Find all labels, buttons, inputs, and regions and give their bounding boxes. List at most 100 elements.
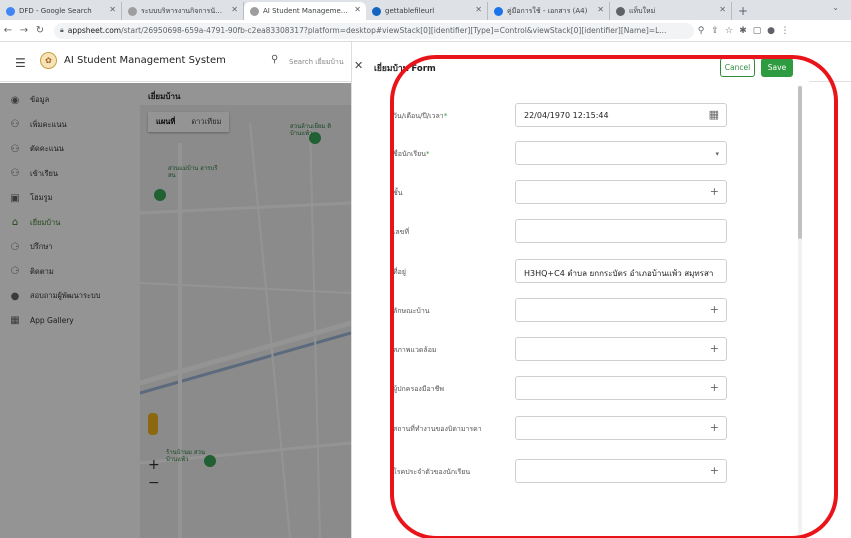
field-label-text: สถานที่ทำงานของบิดามารดา xyxy=(393,425,482,433)
menu-icon[interactable]: ☰ xyxy=(15,56,26,70)
field-label: สถานที่ทำงานของบิดามารดา xyxy=(393,424,503,434)
app-logo: ✿ xyxy=(40,52,57,69)
save-button[interactable]: Save xyxy=(761,58,793,77)
tab-close-icon[interactable]: ✕ xyxy=(231,5,238,14)
profile-avatar-icon[interactable]: ● xyxy=(764,26,778,36)
form-field: เลขที่ xyxy=(352,219,792,243)
page-icon xyxy=(128,6,137,16)
forward-icon[interactable]: → xyxy=(16,25,32,36)
browser-tab[interactable]: DFD - Google Search ✕ xyxy=(0,2,122,20)
field-label: ชื่อนักเรียน* xyxy=(393,149,503,159)
field-label: ชั้น xyxy=(393,188,503,198)
field-input[interactable]: 22/04/1970 12:15:44 ▦ xyxy=(515,103,727,127)
search-input[interactable]: Search เยี่ยมบ้าน xyxy=(289,57,345,68)
share-icon[interactable]: ⇪ xyxy=(708,26,722,36)
browser-tab-label: คู่มือการใช้ - เอกสาร (A4) xyxy=(507,6,588,15)
field-label-text: ที่อยู่ xyxy=(393,268,406,276)
field-label: สภาพแวดล้อม xyxy=(393,345,503,355)
field-label: ผู้ปกครองมีอาชีพ xyxy=(393,384,503,394)
field-label-text: ผู้ปกครองมีอาชีพ xyxy=(393,385,444,393)
extensions-icon[interactable]: ✱ xyxy=(736,26,750,36)
field-label-text: ชื่อนักเรียน xyxy=(393,150,427,158)
browser-tab[interactable]: ระบบบริหารงานกิจการนักเรีย ✕ xyxy=(122,2,244,20)
new-tab-icon[interactable]: + xyxy=(738,2,748,20)
url-input[interactable]: 🔒︎ appsheet.com /start/26950698-659a-479… xyxy=(54,22,694,39)
field-input[interactable] xyxy=(515,219,727,243)
bookmark-star-icon[interactable]: ☆ xyxy=(722,26,736,36)
form-field: ผู้ปกครองมีอาชีพ + xyxy=(352,376,792,400)
browser-tab-label: ระบบบริหารงานกิจการนักเรีย xyxy=(141,6,225,15)
modal-backdrop[interactable] xyxy=(0,83,351,538)
browser-tab[interactable]: AI Student Management S ✕ xyxy=(244,2,366,20)
chrome-icon xyxy=(616,6,625,16)
plus-icon[interactable]: + xyxy=(710,421,719,434)
field-value: H3HQ+C4 ตำบล ยกกระบัตร อำเภอบ้านแพ้ว สมุ… xyxy=(524,269,714,278)
tab-close-icon[interactable]: ✕ xyxy=(109,5,116,14)
cancel-button[interactable]: Cancel xyxy=(720,58,755,77)
field-input[interactable]: + xyxy=(515,459,727,483)
field-input[interactable]: + xyxy=(515,416,727,440)
browser-tab[interactable]: แท็บใหม่ ✕ xyxy=(610,2,732,20)
tab-close-icon[interactable]: ✕ xyxy=(719,5,726,14)
menu-dots-icon[interactable]: ⋮ xyxy=(778,26,792,36)
field-label-text: สภาพแวดล้อม xyxy=(393,346,437,354)
field-label-text: ชั้น xyxy=(393,189,403,197)
dropdown-icon[interactable]: ▾ xyxy=(715,150,719,158)
plus-icon[interactable]: + xyxy=(710,464,719,477)
form-field: ที่อยู่ H3HQ+C4 ตำบล ยกกระบัตร อำเภอบ้านแ… xyxy=(352,259,792,283)
browser-tab-label: แท็บใหม่ xyxy=(629,6,656,15)
plus-icon[interactable]: + xyxy=(710,185,719,198)
field-input[interactable]: H3HQ+C4 ตำบล ยกกระบัตร อำเภอบ้านแพ้ว สมุ… xyxy=(515,259,727,283)
browser-address-bar: ← → ↻ 🔒︎ appsheet.com /start/26950698-65… xyxy=(0,20,851,42)
field-input[interactable]: + xyxy=(515,298,727,322)
field-value: 22/04/1970 12:15:44 xyxy=(524,111,609,120)
app-title: AI Student Management System xyxy=(64,55,226,66)
scrollbar-thumb[interactable] xyxy=(798,86,802,239)
tab-close-icon[interactable]: ✕ xyxy=(597,5,604,14)
browser-tab[interactable]: คู่มือการใช้ - เอกสาร (A4) ✕ xyxy=(488,2,610,20)
plus-icon[interactable]: + xyxy=(710,381,719,394)
tab-search-icon[interactable]: ⌄ xyxy=(832,3,839,12)
form-title: เยี่ยมบ้าน Form xyxy=(374,64,436,74)
back-icon[interactable]: ← xyxy=(0,25,16,36)
close-icon[interactable]: ✕ xyxy=(354,59,363,72)
field-input[interactable]: ▾ xyxy=(515,141,727,165)
form-field: วัน/เดือน/ปี/เวลา* 22/04/1970 12:15:44 ▦ xyxy=(352,103,792,127)
google-icon xyxy=(6,6,15,16)
calendar-icon[interactable]: ▦ xyxy=(709,108,719,121)
field-input[interactable]: + xyxy=(515,337,727,361)
url-host: appsheet.com xyxy=(67,26,122,35)
page-icon xyxy=(250,6,259,16)
screen: DFD - Google Search ✕ ระบบบริหารงานกิจการน… xyxy=(0,0,851,538)
form-panel: ✕ เยี่ยมบ้าน Form Cancel Save วัน/เดือน/… xyxy=(351,42,809,538)
field-label-text: เลขที่ xyxy=(393,228,410,236)
browser-tab[interactable]: gettablefileurl ✕ xyxy=(366,2,488,20)
form-field: ลักษณะบ้าน + xyxy=(352,298,792,322)
field-label: วัน/เดือน/ปี/เวลา* xyxy=(393,111,503,121)
form-field: ชั้น + xyxy=(352,180,792,204)
sidepanel-icon[interactable]: ▢ xyxy=(750,26,764,36)
search-icon[interactable]: ⚲ xyxy=(271,54,278,65)
tab-close-icon[interactable]: ✕ xyxy=(475,5,482,14)
field-label: โรคประจำตัวของนักเรียน xyxy=(393,467,503,477)
plus-icon[interactable]: + xyxy=(710,303,719,316)
form-field: โรคประจำตัวของนักเรียน + xyxy=(352,459,792,483)
browser-tab-label: AI Student Management S xyxy=(263,7,348,15)
appsheet-icon xyxy=(372,6,381,16)
plus-icon[interactable]: + xyxy=(710,342,719,355)
form-field: ชื่อนักเรียน* ▾ xyxy=(352,141,792,165)
field-input[interactable]: + xyxy=(515,376,727,400)
form-field: สภาพแวดล้อม + xyxy=(352,337,792,361)
field-input[interactable]: + xyxy=(515,180,727,204)
browser-tab-bar: DFD - Google Search ✕ ระบบบริหารงานกิจการน… xyxy=(0,0,851,20)
browser-tab-label: DFD - Google Search xyxy=(19,7,92,15)
field-label-text: ลักษณะบ้าน xyxy=(393,307,430,315)
reload-icon[interactable]: ↻ xyxy=(32,25,48,36)
tab-close-icon[interactable]: ✕ xyxy=(354,5,361,14)
field-label: ที่อยู่ xyxy=(393,267,503,277)
field-label-text: โรคประจำตัวของนักเรียน xyxy=(393,468,471,476)
field-label-text: วัน/เดือน/ปี/เวลา xyxy=(393,112,444,120)
location-icon[interactable]: ⚲ xyxy=(694,26,708,36)
lock-icon: 🔒︎ xyxy=(60,26,64,34)
required-marker: * xyxy=(443,112,448,120)
